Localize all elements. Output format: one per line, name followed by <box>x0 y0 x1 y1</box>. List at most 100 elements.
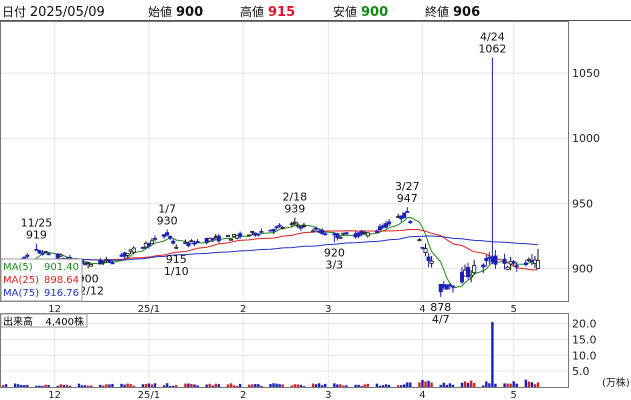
close-field: 終値 906 <box>425 3 480 20</box>
volume-bar <box>314 384 318 387</box>
candle-body <box>238 233 243 238</box>
volume-bar <box>375 383 379 387</box>
candle-body <box>195 241 200 243</box>
candle-body <box>374 230 379 233</box>
volume-bar <box>165 383 169 387</box>
volume-bar <box>333 383 336 387</box>
high-label: 高値 <box>240 5 265 19</box>
volume-bar <box>65 384 69 387</box>
price-x-tick-label: 12 <box>48 304 61 315</box>
annotation-date: 4/7 <box>432 313 450 326</box>
candle-body <box>110 262 115 265</box>
volume-bar <box>23 385 26 387</box>
price-x-tick-label: 2 <box>240 304 246 315</box>
candle-body <box>469 274 474 278</box>
candle-body <box>365 232 370 237</box>
volume-label: 出来高 <box>3 315 33 328</box>
volume-bar <box>439 384 442 387</box>
candle-body <box>22 256 27 259</box>
volume-bar <box>384 384 388 387</box>
volume-bar <box>272 383 275 387</box>
candle-body <box>536 260 541 269</box>
volume-bar <box>406 382 409 387</box>
volume-bar <box>47 384 50 387</box>
volume-bar <box>442 382 445 387</box>
volume-bar <box>503 383 506 387</box>
volume-bar <box>13 383 17 387</box>
volume-bar <box>126 383 129 387</box>
volume-bar <box>129 384 132 387</box>
annotation-date: 1/10 <box>164 265 189 278</box>
volume-bar <box>509 383 512 387</box>
volume-bar <box>387 384 391 387</box>
volume-bar <box>62 384 65 387</box>
candle-body <box>125 253 130 256</box>
volume-bar <box>41 385 44 387</box>
volume-x-tick-label: 2 <box>240 390 246 400</box>
volume-tick-label: 5.0 <box>572 365 590 378</box>
candle-body <box>323 233 328 236</box>
volume-bar <box>482 385 485 387</box>
volume-bar <box>26 384 29 387</box>
candle-body <box>140 246 145 249</box>
candle-body <box>89 264 94 267</box>
volume-bar <box>168 385 172 387</box>
volume-bar <box>260 385 263 387</box>
volume-bar <box>360 385 363 387</box>
volume-bar <box>302 385 306 387</box>
volume-bar <box>354 384 357 387</box>
volume-bar <box>1 385 5 387</box>
candle-body <box>274 226 279 229</box>
candle-body <box>429 260 434 264</box>
price-header: 日付 2025/05/09 始値 900 高値 915 安値 900 終値 906 <box>0 0 631 21</box>
candle-body <box>189 240 194 243</box>
volume-bar <box>20 384 23 387</box>
candle-body <box>523 262 528 265</box>
annotation-value: 930 <box>157 214 178 227</box>
candle-body <box>174 246 179 249</box>
candle-body <box>417 239 422 242</box>
annotation-value: 878 <box>430 301 451 314</box>
volume-bar <box>38 385 41 387</box>
volume-bar <box>193 384 196 387</box>
volume-bar <box>460 382 464 387</box>
candle-body <box>86 262 91 264</box>
volume-bar <box>345 385 348 387</box>
volume-bar <box>235 385 239 387</box>
volume-bar <box>59 384 62 387</box>
volume-bar <box>527 381 531 387</box>
candle-body <box>514 265 519 268</box>
volume-bar <box>83 385 87 387</box>
volume-bar <box>336 384 339 387</box>
ma5-name: MA(5) <box>3 262 33 273</box>
date-field: 日付 2025/05/09 <box>2 3 105 20</box>
ma-legend: MA(5) 901.40 MA(25) 898.64 MA(75) 916.76 <box>0 258 83 302</box>
volume-bar <box>451 384 455 387</box>
volume-bar <box>533 384 537 387</box>
annotation-value: 939 <box>284 203 305 216</box>
volume-bar <box>381 385 385 387</box>
volume-bar <box>217 384 221 387</box>
annotation-date: 3/3 <box>325 258 343 271</box>
volume-bar <box>16 384 20 387</box>
volume-bar <box>342 385 345 387</box>
candle-body <box>256 233 261 236</box>
volume-bar <box>144 383 148 387</box>
candle-body <box>250 230 255 233</box>
volume-bar <box>400 385 403 387</box>
volume-unit: (万株) <box>602 376 630 389</box>
candle-body <box>271 229 276 232</box>
candle-body <box>320 229 325 234</box>
price-x-tick-label: 3 <box>325 304 331 315</box>
candle-body <box>225 235 230 237</box>
volume-bar <box>150 384 154 387</box>
volume-bar <box>494 383 497 387</box>
volume-tick-label: 10.0 <box>572 349 597 362</box>
volume-last-value: 4,400株 <box>45 315 84 328</box>
volume-bar <box>89 385 93 387</box>
candle-body <box>216 235 221 242</box>
candle-body <box>408 221 413 223</box>
volume-bar <box>472 383 476 387</box>
volume-bar <box>190 383 193 387</box>
volume-bar <box>4 384 8 387</box>
